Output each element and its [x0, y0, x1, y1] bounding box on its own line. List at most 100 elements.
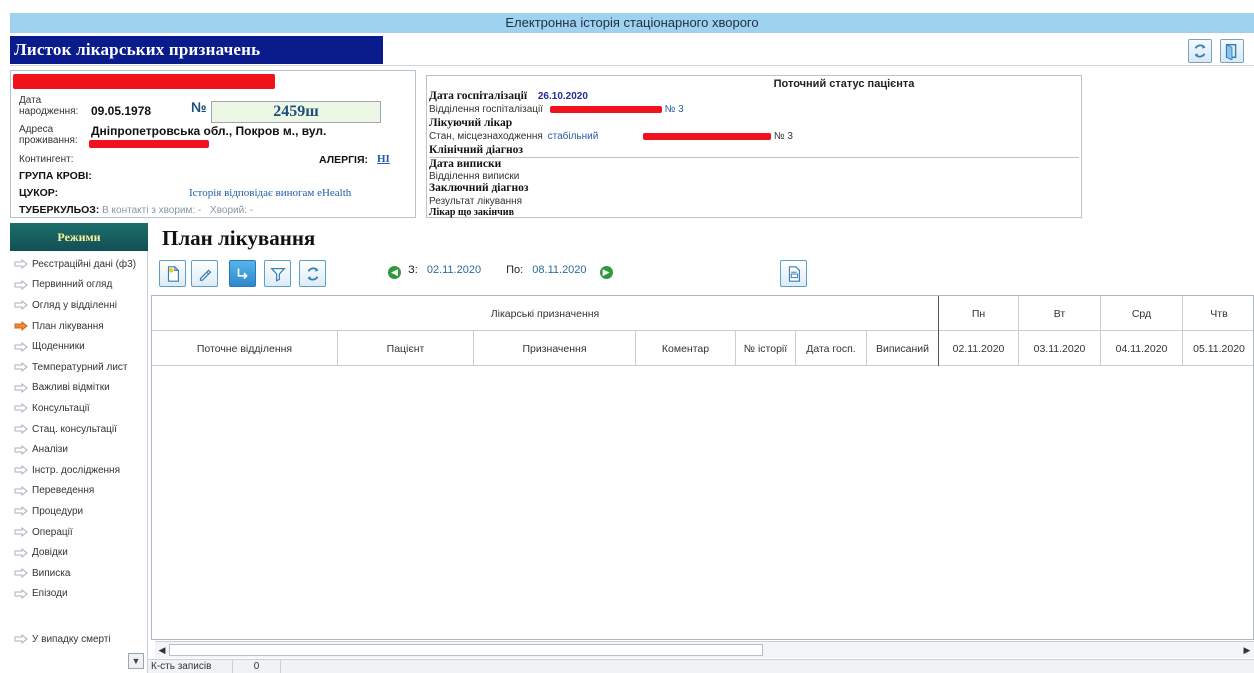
- nav-item[interactable]: Операції: [10, 522, 147, 543]
- exit-icon[interactable]: [1220, 39, 1244, 63]
- tb-sick: Хворий: -: [210, 205, 254, 216]
- grid-body[interactable]: [152, 367, 1253, 639]
- nav-item[interactable]: Стац. консультації: [10, 419, 147, 440]
- tb-label: ТУБЕРКУЛЬОЗ:: [19, 204, 100, 216]
- nav-item-label: Щоденники: [32, 341, 85, 353]
- column-header-hosp-date[interactable]: Дата госп.: [796, 331, 867, 366]
- horizontal-scrollbar[interactable]: ◀ ▶: [155, 641, 1254, 658]
- column-header-date[interactable]: 04.11.2020: [1101, 331, 1183, 366]
- nav-item[interactable]: Реєстраційні дані (ф3): [10, 254, 147, 275]
- birth-date-label-2: народження:: [19, 106, 79, 117]
- nav-item[interactable]: Інстр. дослідження: [10, 460, 147, 481]
- nav-item[interactable]: Важливі відмітки: [10, 378, 147, 399]
- grid-day-header[interactable]: Пн: [939, 296, 1019, 331]
- scroll-left-icon[interactable]: ◀: [156, 644, 168, 656]
- chevron-down-icon[interactable]: ▼: [128, 653, 144, 669]
- final-diagnosis-label: Заключний діагноз: [429, 182, 529, 194]
- date-from-value[interactable]: 02.11.2020: [427, 264, 481, 276]
- nav-item[interactable]: План лікування: [10, 316, 147, 337]
- nav-item-death-case[interactable]: У випадку смерті: [10, 629, 148, 649]
- nav-item[interactable]: Епізоди: [10, 584, 147, 605]
- nav-item-label: Процедури: [32, 505, 84, 517]
- arrow-right-icon: [14, 465, 28, 476]
- prev-period-icon[interactable]: ◀: [388, 266, 401, 279]
- date-to-value[interactable]: 08.11.2020: [532, 264, 586, 276]
- birth-date-value: 09.05.1978: [91, 104, 152, 118]
- nav-item[interactable]: Переведення: [10, 481, 147, 502]
- arrow-right-icon: [14, 444, 28, 455]
- arrow-right-icon: [14, 403, 28, 414]
- nav-item-label: Температурний лист: [32, 361, 128, 373]
- column-header-current-dept[interactable]: Поточне відділення: [152, 331, 338, 366]
- column-header-history-no[interactable]: № історії: [736, 331, 796, 366]
- window-title: Електронна історія стаціонарного хворого: [505, 15, 759, 30]
- refresh-icon[interactable]: [299, 260, 326, 287]
- scroll-thumb[interactable]: [169, 644, 763, 656]
- modes-header: Режими: [10, 223, 148, 251]
- nav-item[interactable]: Процедури: [10, 501, 147, 522]
- add-document-icon[interactable]: [159, 260, 186, 287]
- ehealth-link[interactable]: Історія відповідає виногам eHealth: [189, 187, 351, 199]
- nav-item[interactable]: Первинний огляд: [10, 275, 147, 296]
- state-label: Стан, місцезнаходження: [429, 131, 543, 142]
- hosp-dept-label: Відділення госпіталізації: [429, 104, 544, 115]
- redacted-patient-name: [13, 74, 275, 89]
- nav-item[interactable]: Довідки: [10, 542, 147, 563]
- filter-icon[interactable]: [264, 260, 291, 287]
- hosp-date-value: 26.10.2020: [537, 91, 588, 102]
- grid-day-header[interactable]: Срд: [1101, 296, 1183, 331]
- nav-item[interactable]: Аналізи: [10, 439, 147, 460]
- allergy-label: АЛЕРГІЯ:: [319, 154, 368, 166]
- arrow-right-icon: [14, 568, 28, 579]
- hosp-date-label: Дата госпіталізації: [429, 90, 528, 102]
- state-row: Стан, місцезнаходження стабільний № 3: [429, 131, 793, 142]
- arrow-down-right-icon[interactable]: [229, 260, 256, 287]
- nav-item-label: Епізоди: [32, 588, 68, 600]
- allergy-value[interactable]: НІ: [377, 153, 390, 165]
- arrow-right-icon: [14, 259, 28, 270]
- state-suffix: № 3: [773, 131, 793, 142]
- records-count-value: 0: [233, 660, 281, 673]
- column-header-prescription[interactable]: Призначення: [474, 331, 636, 366]
- column-header-patient[interactable]: Пацієнт: [338, 331, 474, 366]
- patient-info-panel: Дата народження: 09.05.1978 № 2459ш Адре…: [10, 70, 416, 218]
- document-title: Листок лікарських призначень: [10, 36, 383, 64]
- refresh-icon[interactable]: [1188, 39, 1212, 63]
- app-window: Електронна історія стаціонарного хворого…: [0, 0, 1254, 673]
- toolbar: ◀ З: 02.11.2020 По: 08.11.2020 ▶: [156, 258, 1254, 288]
- print-icon[interactable]: [780, 260, 807, 287]
- address-label-2: проживання:: [19, 135, 78, 146]
- scroll-right-icon[interactable]: ▶: [1241, 644, 1253, 656]
- redacted-location: [643, 132, 772, 140]
- grid-day-header[interactable]: Чтв: [1183, 296, 1254, 331]
- redacted-dept: [549, 105, 662, 113]
- nav-item-label: Консультації: [32, 402, 90, 414]
- nav-item-label: Аналізи: [32, 444, 68, 456]
- arrow-right-icon: [14, 362, 28, 373]
- nav-item[interactable]: Огляд у відділенні: [10, 295, 147, 316]
- arrow-right-icon: [14, 485, 28, 496]
- diabetes-label: ЦУКОР:: [19, 187, 59, 199]
- next-period-icon[interactable]: ▶: [599, 266, 613, 279]
- closing-doctor-label: Лікар що закінчив: [429, 207, 514, 218]
- column-header-date[interactable]: 05.11.2020: [1183, 331, 1254, 366]
- history-number: 2459ш: [211, 101, 381, 123]
- column-header-comment[interactable]: Коментар: [636, 331, 736, 366]
- nav-item[interactable]: Виписка: [10, 563, 147, 584]
- prescriptions-grid: Лікарські призначення Пн Вт Срд Чтв Пото…: [151, 295, 1254, 640]
- column-header-discharged[interactable]: Виписаний: [867, 331, 939, 366]
- status-divider: [429, 157, 1079, 158]
- column-header-date[interactable]: 03.11.2020: [1019, 331, 1101, 366]
- nav-item-label: Операції: [32, 526, 73, 538]
- nav-item-label: Довідки: [32, 547, 68, 559]
- birth-date-label-1: Дата: [19, 95, 42, 106]
- status-title: Поточний статус пацієнта: [773, 78, 915, 90]
- arrow-right-icon: [14, 634, 28, 644]
- grid-day-header[interactable]: Вт: [1019, 296, 1101, 331]
- column-header-date[interactable]: 02.11.2020: [939, 331, 1019, 366]
- nav-item[interactable]: Консультації: [10, 398, 147, 419]
- edit-pencil-icon[interactable]: [191, 260, 218, 287]
- nav-item[interactable]: Температурний лист: [10, 357, 147, 378]
- address-label-1: Адреса: [19, 124, 54, 135]
- nav-item[interactable]: Щоденники: [10, 336, 147, 357]
